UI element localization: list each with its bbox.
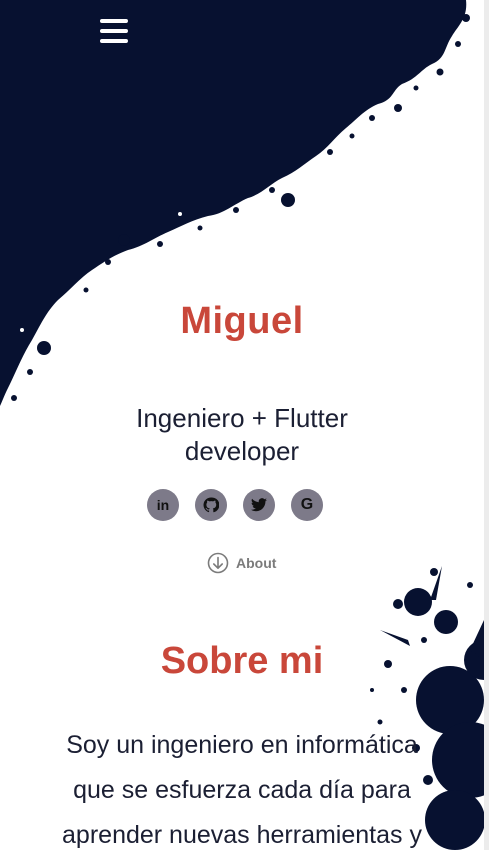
about-line-2: que se esfuerza cada día para <box>73 776 411 804</box>
about-link-label: About <box>236 555 277 571</box>
hero-name: Miguel <box>180 300 304 342</box>
social-links: in G <box>147 489 323 521</box>
hero-subtitle-line-1: Ingeniero + Flutter <box>136 403 348 433</box>
github-button[interactable] <box>195 489 227 521</box>
hero-subtitle: Ingeniero + Flutter developer <box>110 402 374 468</box>
section-title-about: Sobre mi <box>160 640 324 682</box>
google-icon: G <box>300 496 314 513</box>
linkedin-button[interactable]: in <box>147 489 179 521</box>
about-line-3: aprender nuevas herramientas y <box>62 821 422 849</box>
about-link[interactable]: About <box>207 552 276 574</box>
linkedin-icon: in <box>156 497 170 513</box>
about-line-1: Soy un ingeniero en informática <box>66 731 418 759</box>
github-icon <box>203 497 219 513</box>
hamburger-menu-icon[interactable] <box>98 16 130 48</box>
window-edge <box>484 0 489 850</box>
google-button[interactable]: G <box>291 489 323 521</box>
twitter-button[interactable] <box>243 489 275 521</box>
hero-subtitle-line-2: developer <box>184 436 300 466</box>
arrow-down-circle-icon <box>207 552 229 574</box>
about-paragraph: Soy un ingeniero en informática que se e… <box>42 723 442 850</box>
twitter-icon <box>251 498 267 512</box>
page: Miguel Ingeniero + Flutter developer in … <box>0 0 484 850</box>
